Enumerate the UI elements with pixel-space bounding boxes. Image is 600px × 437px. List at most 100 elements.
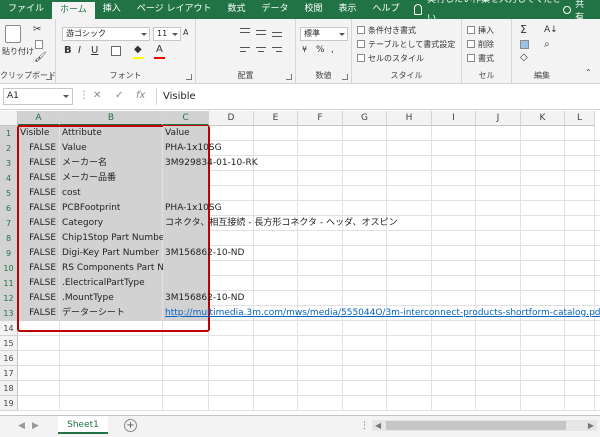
cell-b8[interactable]: Chip1Stop Part Number <box>60 231 168 246</box>
cell-a6[interactable]: FALSE <box>18 201 59 216</box>
font-launcher-icon[interactable] <box>186 74 192 80</box>
cell-b6[interactable]: PCBFootprint <box>60 201 162 216</box>
sheet-bar-splitter-icon[interactable]: ⋮ <box>360 421 369 431</box>
row-header[interactable]: 1 <box>0 126 18 141</box>
cell-a10[interactable]: FALSE <box>18 261 59 276</box>
italic-icon[interactable]: I <box>78 45 81 57</box>
row-header[interactable]: 19 <box>0 396 18 411</box>
cell-a12[interactable]: FALSE <box>18 291 59 306</box>
cell-a5[interactable]: FALSE <box>18 186 59 201</box>
sheet-tab-sheet1[interactable]: Sheet1 <box>58 416 108 434</box>
tell-me-search[interactable]: 実行したい作業を入力してください <box>413 0 564 24</box>
cell-a13[interactable]: FALSE <box>18 306 59 321</box>
cell-b3[interactable]: メーカー名 <box>60 156 162 171</box>
cell-b11[interactable]: .ElectricalPartType <box>60 276 162 291</box>
row-header[interactable]: 17 <box>0 366 18 381</box>
row-header[interactable]: 2 <box>0 141 18 156</box>
find-select-icon[interactable]: ⌕ <box>544 39 550 51</box>
row-header[interactable]: 16 <box>0 351 18 366</box>
cell-b1[interactable]: Attribute <box>60 126 162 141</box>
font-color-icon[interactable]: A <box>156 44 163 56</box>
tab-3[interactable]: ページ レイアウト <box>129 0 220 19</box>
tab-1[interactable]: ホーム <box>52 2 95 19</box>
cell-a7[interactable]: FALSE <box>18 216 59 231</box>
horizontal-scrollbar[interactable]: ◀ ▶ <box>372 420 597 431</box>
cell-c2[interactable]: PHA-1x10SG <box>163 141 222 156</box>
conditional-format-button[interactable]: 条件付き書式 <box>368 25 416 36</box>
fill-color-icon[interactable]: ◆ <box>134 44 142 56</box>
row-header[interactable]: 15 <box>0 336 18 351</box>
formula-input[interactable]: Visible <box>156 88 596 105</box>
add-sheet-button[interactable]: + <box>124 419 137 432</box>
spreadsheet-grid[interactable]: A B C D E F G H I J K L 1 2 3 4 5 6 7 8 9 10 11 12 13 14 15 16 17 18 1… <box>0 111 600 415</box>
align-bottom-icon[interactable] <box>272 32 282 33</box>
column-header-l[interactable]: L <box>565 111 595 126</box>
cell-a3[interactable]: FALSE <box>18 156 59 171</box>
tab-8[interactable]: ヘルプ <box>365 0 408 19</box>
name-box[interactable]: A1 <box>3 88 73 105</box>
cell-c11[interactable] <box>163 276 208 291</box>
column-header-j[interactable]: J <box>476 111 521 126</box>
autosum-icon[interactable]: Σ <box>520 24 527 36</box>
paste-icon[interactable] <box>5 25 21 43</box>
cell-c6[interactable]: PHA-1x10SG <box>163 201 222 216</box>
currency-icon[interactable]: ¥ <box>302 44 307 56</box>
cell-b2[interactable]: Value <box>60 141 162 156</box>
prev-sheet-icon[interactable]: ◀ <box>18 421 25 431</box>
column-header-e[interactable]: E <box>254 111 298 126</box>
cell-c9[interactable]: 3M156862-10-ND <box>163 246 244 261</box>
cell-c1[interactable]: Value <box>163 126 208 141</box>
column-header-b[interactable]: B <box>60 111 163 126</box>
cancel-entry-icon[interactable]: ✕ <box>93 90 101 101</box>
cell-b4[interactable]: メーカー品番 <box>60 171 162 186</box>
next-sheet-icon[interactable]: ▶ <box>32 421 39 431</box>
clipboard-launcher-icon[interactable] <box>46 74 52 80</box>
borders-icon[interactable] <box>111 46 121 56</box>
cell-a4[interactable]: FALSE <box>18 171 59 186</box>
cut-icon[interactable]: ✂ <box>33 24 41 36</box>
tab-6[interactable]: 校閲 <box>296 0 330 19</box>
font-name-select[interactable]: 游ゴシック <box>62 27 150 41</box>
fill-icon[interactable] <box>520 40 529 49</box>
column-header-i[interactable]: I <box>432 111 476 126</box>
tab-2[interactable]: 挿入 <box>95 0 129 19</box>
sort-filter-icon[interactable]: A↓ <box>544 24 558 36</box>
cell-b9[interactable]: Digi-Key Part Number <box>60 246 162 261</box>
font-size-select[interactable]: 11 <box>153 27 181 41</box>
row-header[interactable]: 11 <box>0 276 18 291</box>
tab-0[interactable]: ファイル <box>0 0 52 19</box>
insert-cells-button[interactable]: 挿入 <box>478 25 494 36</box>
comma-icon[interactable]: , <box>331 44 334 56</box>
cell-a8[interactable]: FALSE <box>18 231 59 246</box>
cell-a2[interactable]: FALSE <box>18 141 59 156</box>
collapse-ribbon-icon[interactable]: ⌃ <box>585 67 592 79</box>
align-left-icon[interactable] <box>240 47 250 48</box>
cell-b5[interactable]: cost <box>60 186 162 201</box>
format-painter-icon[interactable]: 🖌 <box>34 52 47 64</box>
tab-4[interactable]: 数式 <box>219 0 253 19</box>
cell-b7[interactable]: Category <box>60 216 162 231</box>
share-button[interactable]: 共有 <box>563 0 600 23</box>
align-right-icon[interactable] <box>272 47 282 48</box>
confirm-entry-icon[interactable]: ✓ <box>115 90 123 101</box>
select-all-corner[interactable] <box>0 111 18 126</box>
column-header-d[interactable]: D <box>209 111 254 126</box>
scroll-left-icon[interactable]: ◀ <box>375 420 381 431</box>
number-launcher-icon[interactable] <box>342 74 348 80</box>
formula-bar-menu-icon[interactable]: ⋮ <box>79 90 89 101</box>
cell-c12[interactable]: 3M156862-10-ND <box>163 291 244 306</box>
cell-a11[interactable]: FALSE <box>18 276 59 291</box>
column-header-k[interactable]: K <box>521 111 565 126</box>
column-header-f[interactable]: F <box>298 111 343 126</box>
format-as-table-button[interactable]: テーブルとして書式設定 <box>368 39 455 50</box>
bold-icon[interactable]: B <box>64 45 72 57</box>
column-header-c[interactable]: C <box>163 111 209 126</box>
percent-icon[interactable]: % <box>316 44 325 56</box>
row-header[interactable]: 10 <box>0 261 18 276</box>
cell-b13[interactable]: データーシート <box>60 306 162 321</box>
column-header-h[interactable]: H <box>387 111 432 126</box>
row-header[interactable]: 12 <box>0 291 18 306</box>
row-header[interactable]: 5 <box>0 186 18 201</box>
row-header[interactable]: 3 <box>0 156 18 171</box>
cell-c8[interactable] <box>163 231 208 246</box>
